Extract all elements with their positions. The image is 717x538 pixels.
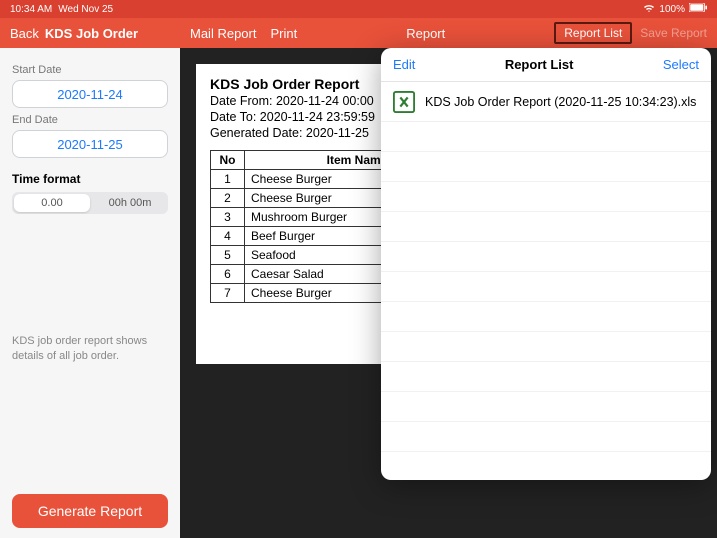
- excel-file-icon: [393, 91, 415, 113]
- print-button[interactable]: Print: [270, 26, 297, 41]
- report-list-popover: Edit Report List Select KDS Job Order Re…: [381, 48, 711, 480]
- status-bar: 10:34 AM Wed Nov 25 100%: [0, 0, 717, 18]
- report-list-button[interactable]: Report List: [554, 22, 632, 44]
- screen-title: KDS Job Order: [45, 26, 138, 41]
- empty-list-row: [381, 392, 711, 422]
- status-battery: 100%: [659, 4, 685, 15]
- report-file-name: KDS Job Order Report (2020-11-25 10:34:2…: [425, 95, 696, 109]
- empty-list-row: [381, 362, 711, 392]
- empty-list-row: [381, 152, 711, 182]
- time-format-label: Time format: [12, 172, 168, 186]
- empty-list-row: [381, 122, 711, 152]
- report-file-row[interactable]: KDS Job Order Report (2020-11-25 10:34:2…: [381, 82, 711, 122]
- start-date-label: Start Date: [12, 64, 168, 76]
- row-no: 1: [211, 170, 245, 189]
- status-time: 10:34 AM: [10, 4, 52, 15]
- empty-list-row: [381, 242, 711, 272]
- row-no: 7: [211, 284, 245, 303]
- battery-icon: [689, 3, 707, 15]
- empty-list-row: [381, 302, 711, 332]
- back-button[interactable]: Back: [10, 26, 39, 41]
- empty-list-row: [381, 272, 711, 302]
- time-format-decimal[interactable]: 0.00: [14, 194, 90, 212]
- start-date-picker[interactable]: 2020-11-24: [12, 80, 168, 108]
- popover-select-button[interactable]: Select: [663, 57, 699, 72]
- wifi-icon: [643, 3, 655, 16]
- sidebar-help-text: KDS job order report shows details of al…: [12, 334, 168, 364]
- row-no: 5: [211, 246, 245, 265]
- popover-title: Report List: [505, 57, 574, 72]
- popover-list[interactable]: KDS Job Order Report (2020-11-25 10:34:2…: [381, 82, 711, 480]
- app-header: Back KDS Job Order Mail Report Print Rep…: [0, 18, 717, 48]
- header-center-title: Report: [297, 26, 554, 41]
- status-date: Wed Nov 25: [58, 4, 113, 15]
- empty-list-row: [381, 182, 711, 212]
- row-no: 2: [211, 189, 245, 208]
- end-date-picker[interactable]: 2020-11-25: [12, 130, 168, 158]
- time-format-hm[interactable]: 00h 00m: [92, 192, 168, 214]
- popover-edit-button[interactable]: Edit: [393, 57, 415, 72]
- time-format-segmented[interactable]: 0.00 00h 00m: [12, 192, 168, 214]
- empty-list-row: [381, 422, 711, 452]
- generate-report-button[interactable]: Generate Report: [12, 494, 168, 528]
- sidebar: Start Date 2020-11-24 End Date 2020-11-2…: [0, 48, 180, 538]
- save-report-button[interactable]: Save Report: [640, 26, 707, 40]
- empty-list-row: [381, 332, 711, 362]
- mail-report-button[interactable]: Mail Report: [190, 26, 256, 41]
- row-no: 4: [211, 227, 245, 246]
- end-date-label: End Date: [12, 114, 168, 126]
- row-no: 6: [211, 265, 245, 284]
- empty-list-row: [381, 212, 711, 242]
- row-no: 3: [211, 208, 245, 227]
- content-area: KDS Job Order Report Date From: 2020-11-…: [180, 48, 717, 538]
- col-no: No: [211, 151, 245, 170]
